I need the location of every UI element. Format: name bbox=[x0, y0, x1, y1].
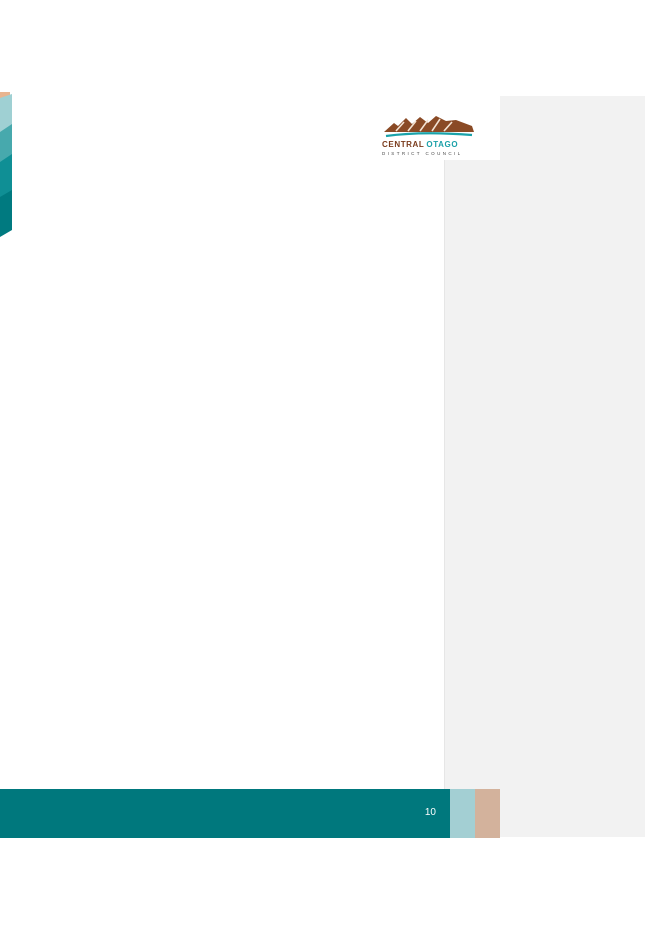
left-decorative-ribbon bbox=[0, 92, 12, 237]
council-logo: CENTRAL OTAGO DISTRICT COUNCIL bbox=[372, 96, 500, 160]
footer-accent-teal bbox=[450, 789, 475, 838]
logo-wordmark: CENTRAL OTAGO bbox=[382, 141, 458, 149]
logo-wordmark-central: CENTRAL bbox=[382, 140, 425, 149]
document-page: CENTRAL OTAGO DISTRICT COUNCIL 10 bbox=[0, 0, 645, 934]
footer-accent-tan bbox=[475, 789, 500, 838]
page-number: 10 bbox=[424, 807, 436, 818]
mountain-logo-icon bbox=[384, 116, 474, 138]
footer-band: 10 bbox=[0, 789, 450, 838]
logo-wordmark-otago: OTAGO bbox=[426, 140, 459, 149]
comment-margin-pane bbox=[444, 96, 645, 837]
logo-subtitle: DISTRICT COUNCIL bbox=[382, 151, 463, 156]
